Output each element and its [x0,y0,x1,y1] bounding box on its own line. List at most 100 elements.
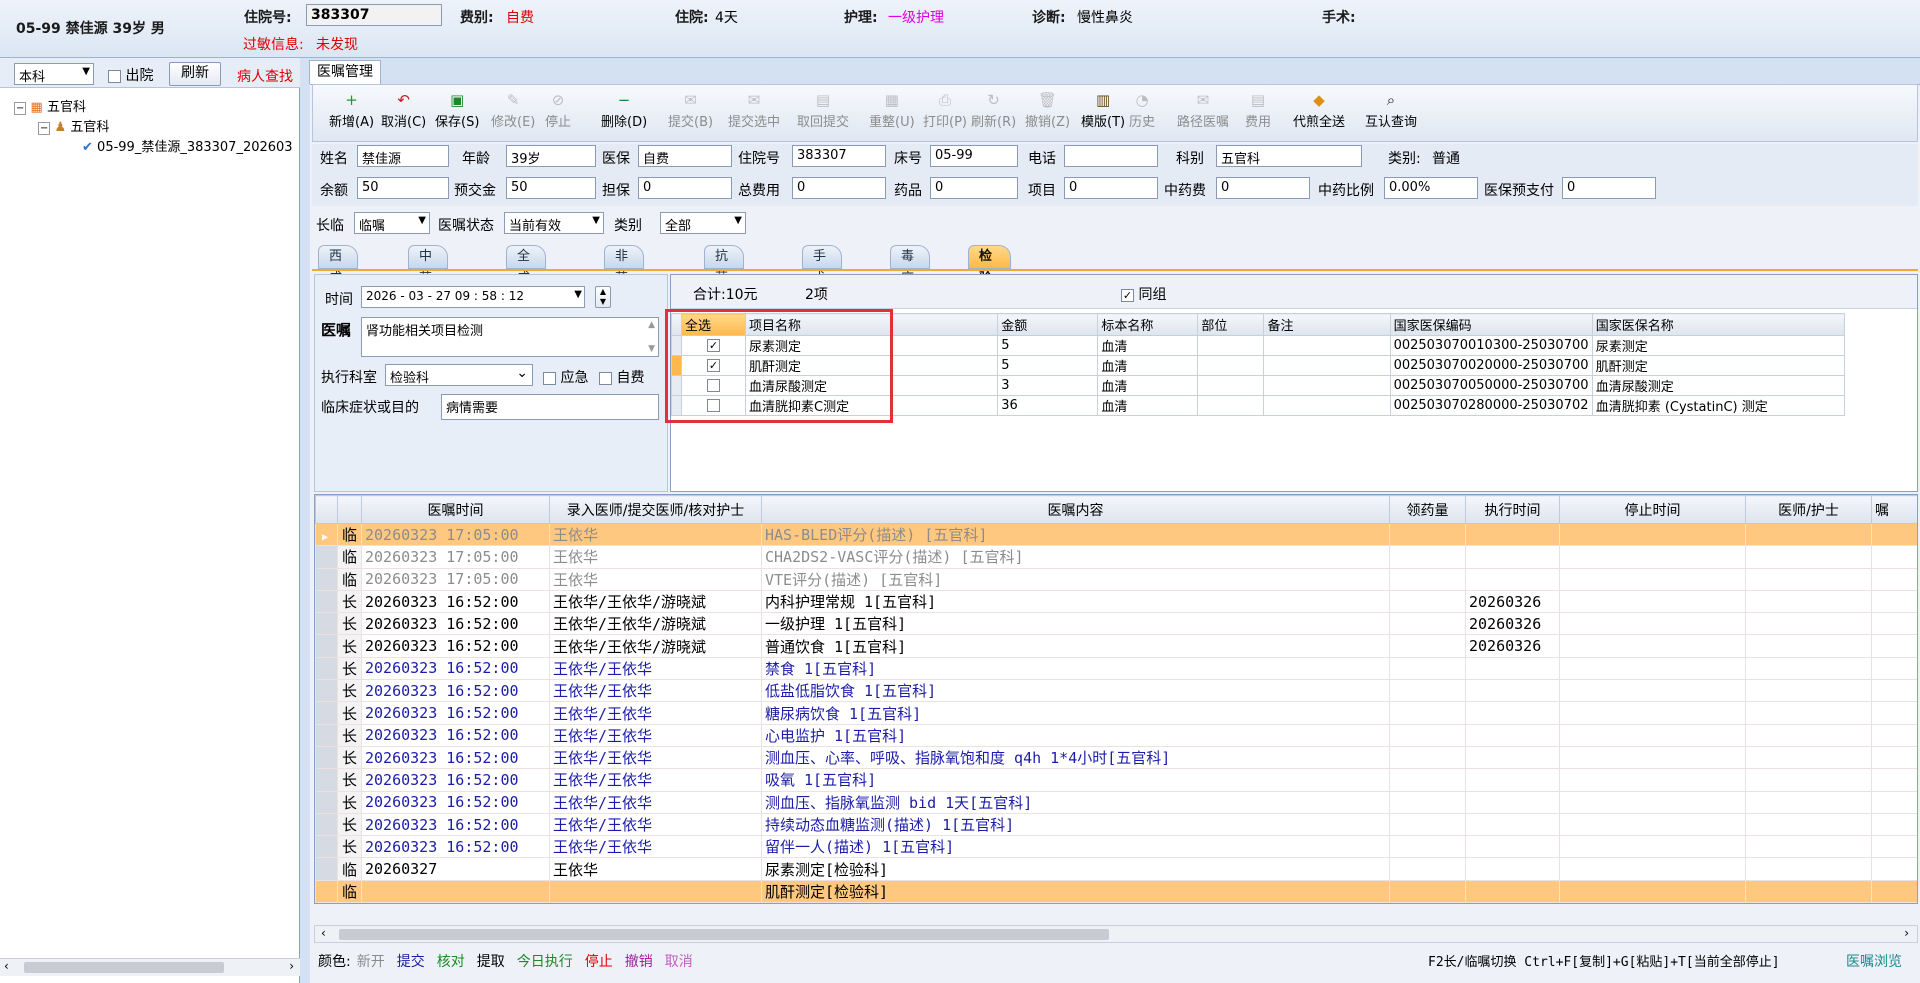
scroll-thumb[interactable] [24,962,224,973]
drug-field[interactable]: 0 [930,177,1018,199]
item-checkbox[interactable]: ✓ [680,355,747,376]
name-field[interactable]: 禁佳源 [357,145,449,167]
order-row[interactable]: 长 20260323 16:52:00 王依华/王依华 糖尿病饮食 1[五官科] [315,701,1917,725]
scroll-thumb[interactable] [339,929,1109,940]
toolbar-button-reorder[interactable]: ▦ 重整(U) [869,91,915,130]
discharge-checkbox[interactable]: 出院 [108,65,153,85]
toolbar-button-decoct[interactable]: ◆ 代煎全送 [1293,91,1345,130]
toolbar-button-undo[interactable]: ↶ 取消(C) [381,91,426,130]
toolbar-button-fee[interactable]: ▤ 费用 [1245,91,1271,130]
toolbar-button-revoke[interactable]: 🗑 撤销(Z) [1025,91,1070,130]
tab-category-2[interactable]: 中草药(2) [408,245,449,330]
select-all-header[interactable]: 全选 [680,313,747,336]
order-row[interactable]: 长 20260323 16:52:00 王依华/王依华 测血压、指脉氧监测 bid 1… [315,790,1917,814]
tab-category-7[interactable]: 毒麻(7) [890,245,931,308]
item-checkbox[interactable]: ✓ [680,335,747,356]
orders-scrollbar[interactable]: ‹ › [314,925,1918,943]
order-row[interactable]: 长 20260323 16:52:00 王依华/王依华 测血压、心率、呼吸、指脉氧饱和… [315,745,1917,770]
order-browse-link[interactable]: 医嘱浏览 [1846,951,1902,971]
toolbar-button-template[interactable]: ▥ 模版(T) [1081,91,1125,130]
orders-column-header[interactable]: 领药量 [1389,495,1466,524]
order-row[interactable]: 长 20260323 16:52:00 王依华/王依华 持续动态血糖监测(描述) 1[… [315,812,1917,837]
tab-order-management[interactable]: 医嘱管理 [309,60,381,84]
toolbar-button-save[interactable]: ▣ 保存(S) [435,91,479,130]
age-field[interactable]: 39岁 [506,145,596,167]
toolbar-button-plus[interactable]: + 新增(A) [329,91,374,130]
term-select[interactable]: 临嘱 ▼ [354,212,430,234]
status-select[interactable]: 当前有效 ▼ [504,212,604,234]
order-row[interactable]: 长 20260323 16:52:00 王依华/王依华 低盐低脂饮食 1[五官科] [315,679,1917,703]
toolbar-button-stop[interactable]: ⊘ 停止 [545,91,571,130]
order-row[interactable]: 长 20260323 16:52:00 王依华/王依华 心电监护 1[五官科] [315,723,1917,747]
toolbar-button-print[interactable]: ⎙ 打印(P) [923,91,967,130]
toolbar-button-submit-selected[interactable]: ✉ 提交选中 [728,91,780,130]
order-row[interactable]: ▶ 临 20260323 17:05:00 王依华 HAS-BLED评分(描述) [五官… [315,522,1917,547]
orders-column-header[interactable]: 录入医师/提交医师/核对护士 [549,495,762,524]
tcm-ratio-field[interactable]: 0.00% [1384,177,1478,199]
tab-category-6[interactable]: 手术(6) [802,245,843,308]
toolbar-button-history[interactable]: ◔ 历史 [1129,91,1155,130]
order-row[interactable]: 长 20260323 16:52:00 王依华/王依华 禁食 1[五官科] [315,656,1917,681]
orders-column-header[interactable]: 医嘱内容 [761,495,1390,524]
item-field[interactable]: 0 [1064,177,1158,199]
balance-field[interactable]: 50 [357,177,449,199]
toolbar-button-query[interactable]: ⌕ 互认查询 [1365,91,1417,130]
order-row[interactable]: 临 20260323 17:05:00 王依华 VTE评分(描述) [五官科] [315,567,1917,591]
tab-category-8[interactable]: 检验(8) [968,245,1011,308]
tcm-field[interactable]: 0 [1216,177,1310,199]
admission-number-field[interactable]: 383307 [306,4,442,26]
purpose-field[interactable]: 病情需要 [441,394,659,420]
toolbar-button-delete[interactable]: − 删除(D) [601,91,647,130]
order-row[interactable]: 长 20260323 16:52:00 王依华/王依华/游晓斌 普通饮食 1[五官科]… [315,634,1917,658]
guarantee-field[interactable]: 0 [638,177,732,199]
admission-field[interactable]: 383307 [792,145,886,167]
tab-category-1[interactable]: 西成药(1) [318,245,359,330]
order-row[interactable]: 临 20260323 17:05:00 王依华 CHA2DS2-VASC评分(描述) … [315,545,1917,569]
orders-column-header[interactable]: 执行时间 [1465,495,1560,524]
tree-node-root[interactable]: − ▦ 五官科 [14,96,86,115]
toolbar-button-submit[interactable]: ✉ 提交(B) [668,91,713,130]
order-row[interactable]: 长 20260323 16:52:00 王依华/王依华/游晓斌 内科护理常规 1[五官… [315,589,1917,614]
refresh-button[interactable]: 刷新 [169,62,221,86]
lab-item-row[interactable]: 血清尿酸测定 3 血清 002503070050000-25030700 血清尿酸测定 [671,375,1846,396]
tab-category-3[interactable]: 全成分(3) [506,245,547,330]
tree-node-patient[interactable]: ✔ 05-99_禁佳源_383307_202603 [82,136,300,155]
toolbar-button-refresh[interactable]: ↻ 刷新(R) [971,91,1016,130]
urgent-checkbox[interactable]: 应急 [543,367,588,387]
dept-select[interactable]: 本科 ▼ [14,63,94,85]
lab-item-row[interactable]: ✓ 尿素测定 5 血清 002503070010300-25030700 尿素测定 [671,335,1846,356]
phone-field[interactable] [1064,145,1158,167]
dept-field[interactable]: 五官科 [1216,145,1362,167]
total-field[interactable]: 0 [792,177,886,199]
orders-column-header[interactable]: 停止时间 [1559,495,1746,524]
orders-column-header[interactable]: 医嘱时间 [361,495,550,524]
type-select[interactable]: 全部 ▼ [660,212,746,234]
time-spinner[interactable]: ▲ ▼ [595,286,611,308]
item-checkbox[interactable] [680,375,747,396]
toolbar-button-edit[interactable]: ✎ 修改(E) [491,91,535,130]
prepay-field[interactable]: 50 [506,177,596,199]
lab-item-row[interactable]: 血清胱抑素C测定 36 血清 002503070280000-25030702 血清胱抑… [671,395,1846,416]
item-checkbox[interactable] [680,395,747,416]
order-row[interactable]: 长 20260323 16:52:00 王依华/王依华 留伴一人(描述) 1[五官科] [315,835,1917,859]
orders-column-header[interactable]: 医师/护士 [1745,495,1872,524]
time-field[interactable]: 2026 - 03 - 27 09 : 58 : 12 ▼ [361,286,585,308]
selfpay-checkbox[interactable]: 自费 [599,367,644,387]
tab-category-4[interactable]: 非药品(4) [604,245,645,330]
insurance-field[interactable]: 自费 [638,145,732,167]
lab-item-row[interactable]: ✓ 肌酐测定 5 血清 002503070020000-25030700 肌酐测定 [671,355,1846,376]
toolbar-button-pathway[interactable]: ✉ 路径医嘱 [1177,91,1229,130]
orders-column-header[interactable]: 嘱 [1871,495,1917,524]
order-row[interactable]: 临 20260327 王依华 尿素测定[检验科] [315,857,1917,881]
order-row[interactable]: 临 肌酐测定[检验科] [315,879,1917,903]
toolbar-button-cancel-submit[interactable]: ▤ 取回提交 [797,91,849,130]
bed-field[interactable]: 05-99 [930,145,1018,167]
tree-node-dept[interactable]: − ♟ 五官科 [38,116,109,135]
exec-dept-select[interactable]: 检验科 ⌄ [385,364,533,386]
horizontal-scrollbar[interactable]: ‹ › [0,958,300,976]
patient-search-link[interactable]: 病人查找 [237,66,293,86]
order-textarea[interactable]: 肾功能相关项目检测 ▲ ▼ [361,317,659,357]
tab-category-5[interactable]: 抗菌药(5) [704,245,745,330]
ins-prepay-field[interactable]: 0 [1562,177,1656,199]
same-group-checkbox[interactable]: ✓ 同组 [1121,284,1166,304]
